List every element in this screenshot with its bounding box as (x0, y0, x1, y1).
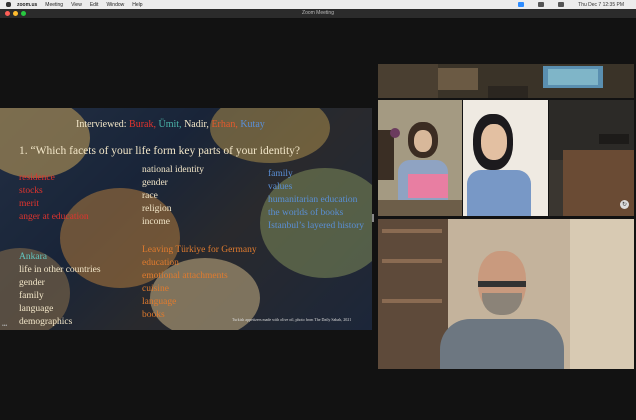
facet-item: Istanbul’s layered history (268, 221, 365, 231)
shared-slide: Interviewed: Burak, Ümit, Nadir, Erhan, … (0, 108, 372, 330)
facet-item: humanitarian education (268, 195, 358, 205)
facet-item: anger at education (19, 212, 89, 222)
facet-item: income (142, 217, 170, 227)
facet-list-orange: Leaving Türkiye for Germany education em… (142, 244, 257, 322)
video-tile-participant-3[interactable] (549, 100, 634, 216)
facet-item: stocks (19, 186, 43, 196)
menu-edit[interactable]: Edit (90, 2, 99, 8)
menu-clock[interactable]: Thu Dec 7 12:35 PM (578, 2, 624, 8)
facet-list-red: residence stocks merit anger at educatio… (19, 172, 89, 224)
facet-item: family (19, 291, 44, 301)
video-tile-active-speaker[interactable] (378, 219, 634, 369)
menu-help[interactable]: Help (132, 2, 142, 8)
facet-item: merit (19, 199, 40, 209)
facet-item: gender (19, 278, 45, 288)
interviewee-name: Kutay (240, 119, 265, 130)
facet-item: race (142, 191, 158, 201)
facet-item: emotional attachments (142, 271, 228, 281)
wifi-icon[interactable] (538, 2, 545, 7)
interviewee-name: Ümit, (158, 119, 182, 130)
splitter-handle[interactable] (372, 214, 374, 222)
menu-window[interactable]: Window (106, 2, 124, 8)
facet-item: life in other countries (19, 265, 101, 275)
slide-question: 1. “Which facets of your life form key p… (19, 145, 301, 157)
zoom-status-icon[interactable] (518, 2, 525, 7)
apple-icon[interactable] (6, 2, 11, 7)
interviewee-name: Erhan, (211, 119, 238, 130)
video-tile-participant-1[interactable] (378, 100, 462, 216)
facet-item: Ankara (19, 252, 47, 262)
facet-item: national identity (142, 165, 205, 175)
interviewee-name: Nadir, (184, 119, 209, 130)
interviewed-label: Interviewed: (76, 119, 127, 130)
more-icon[interactable]: ••• (2, 323, 7, 329)
facet-item: family (268, 169, 293, 179)
facet-item: religion (142, 204, 172, 214)
facet-item: residence (19, 173, 55, 183)
facet-item: language (19, 304, 54, 314)
facet-list-teal: Ankara life in other countries gender fa… (19, 251, 101, 329)
facet-item: demographics (19, 317, 73, 327)
window-title: Zoom Meeting (302, 10, 334, 16)
facet-list-blue: family values humanitarian education the… (268, 168, 364, 233)
menu-app-name[interactable]: zoom.us (17, 2, 37, 8)
camera-switch-icon[interactable]: ↻ (620, 200, 629, 209)
menu-view[interactable]: View (71, 2, 82, 8)
window-titlebar: Zoom Meeting (0, 9, 636, 19)
facet-item: language (142, 297, 177, 307)
facet-item: Leaving Türkiye for Germany (142, 245, 257, 255)
facet-item: cuisine (142, 284, 169, 294)
facet-item: education (142, 258, 179, 268)
interviewed-line: Interviewed: Burak, Ümit, Nadir, Erhan, … (76, 119, 265, 130)
photo-caption: Turkish appetizers made with olive oil, … (232, 317, 352, 322)
menu-meeting[interactable]: Meeting (45, 2, 63, 8)
facet-item: values (268, 182, 293, 192)
facet-list-white: national identity gender race religion i… (142, 164, 204, 229)
menu-bar: zoom.us Meeting View Edit Window Help Th… (0, 0, 636, 9)
video-tile-classroom[interactable] (378, 64, 634, 98)
search-icon[interactable] (558, 2, 565, 7)
facet-item: the worlds of books (268, 208, 344, 218)
video-tile-participant-2[interactable] (463, 100, 548, 216)
interviewee-name: Burak, (129, 119, 156, 130)
facet-item: gender (142, 178, 168, 188)
